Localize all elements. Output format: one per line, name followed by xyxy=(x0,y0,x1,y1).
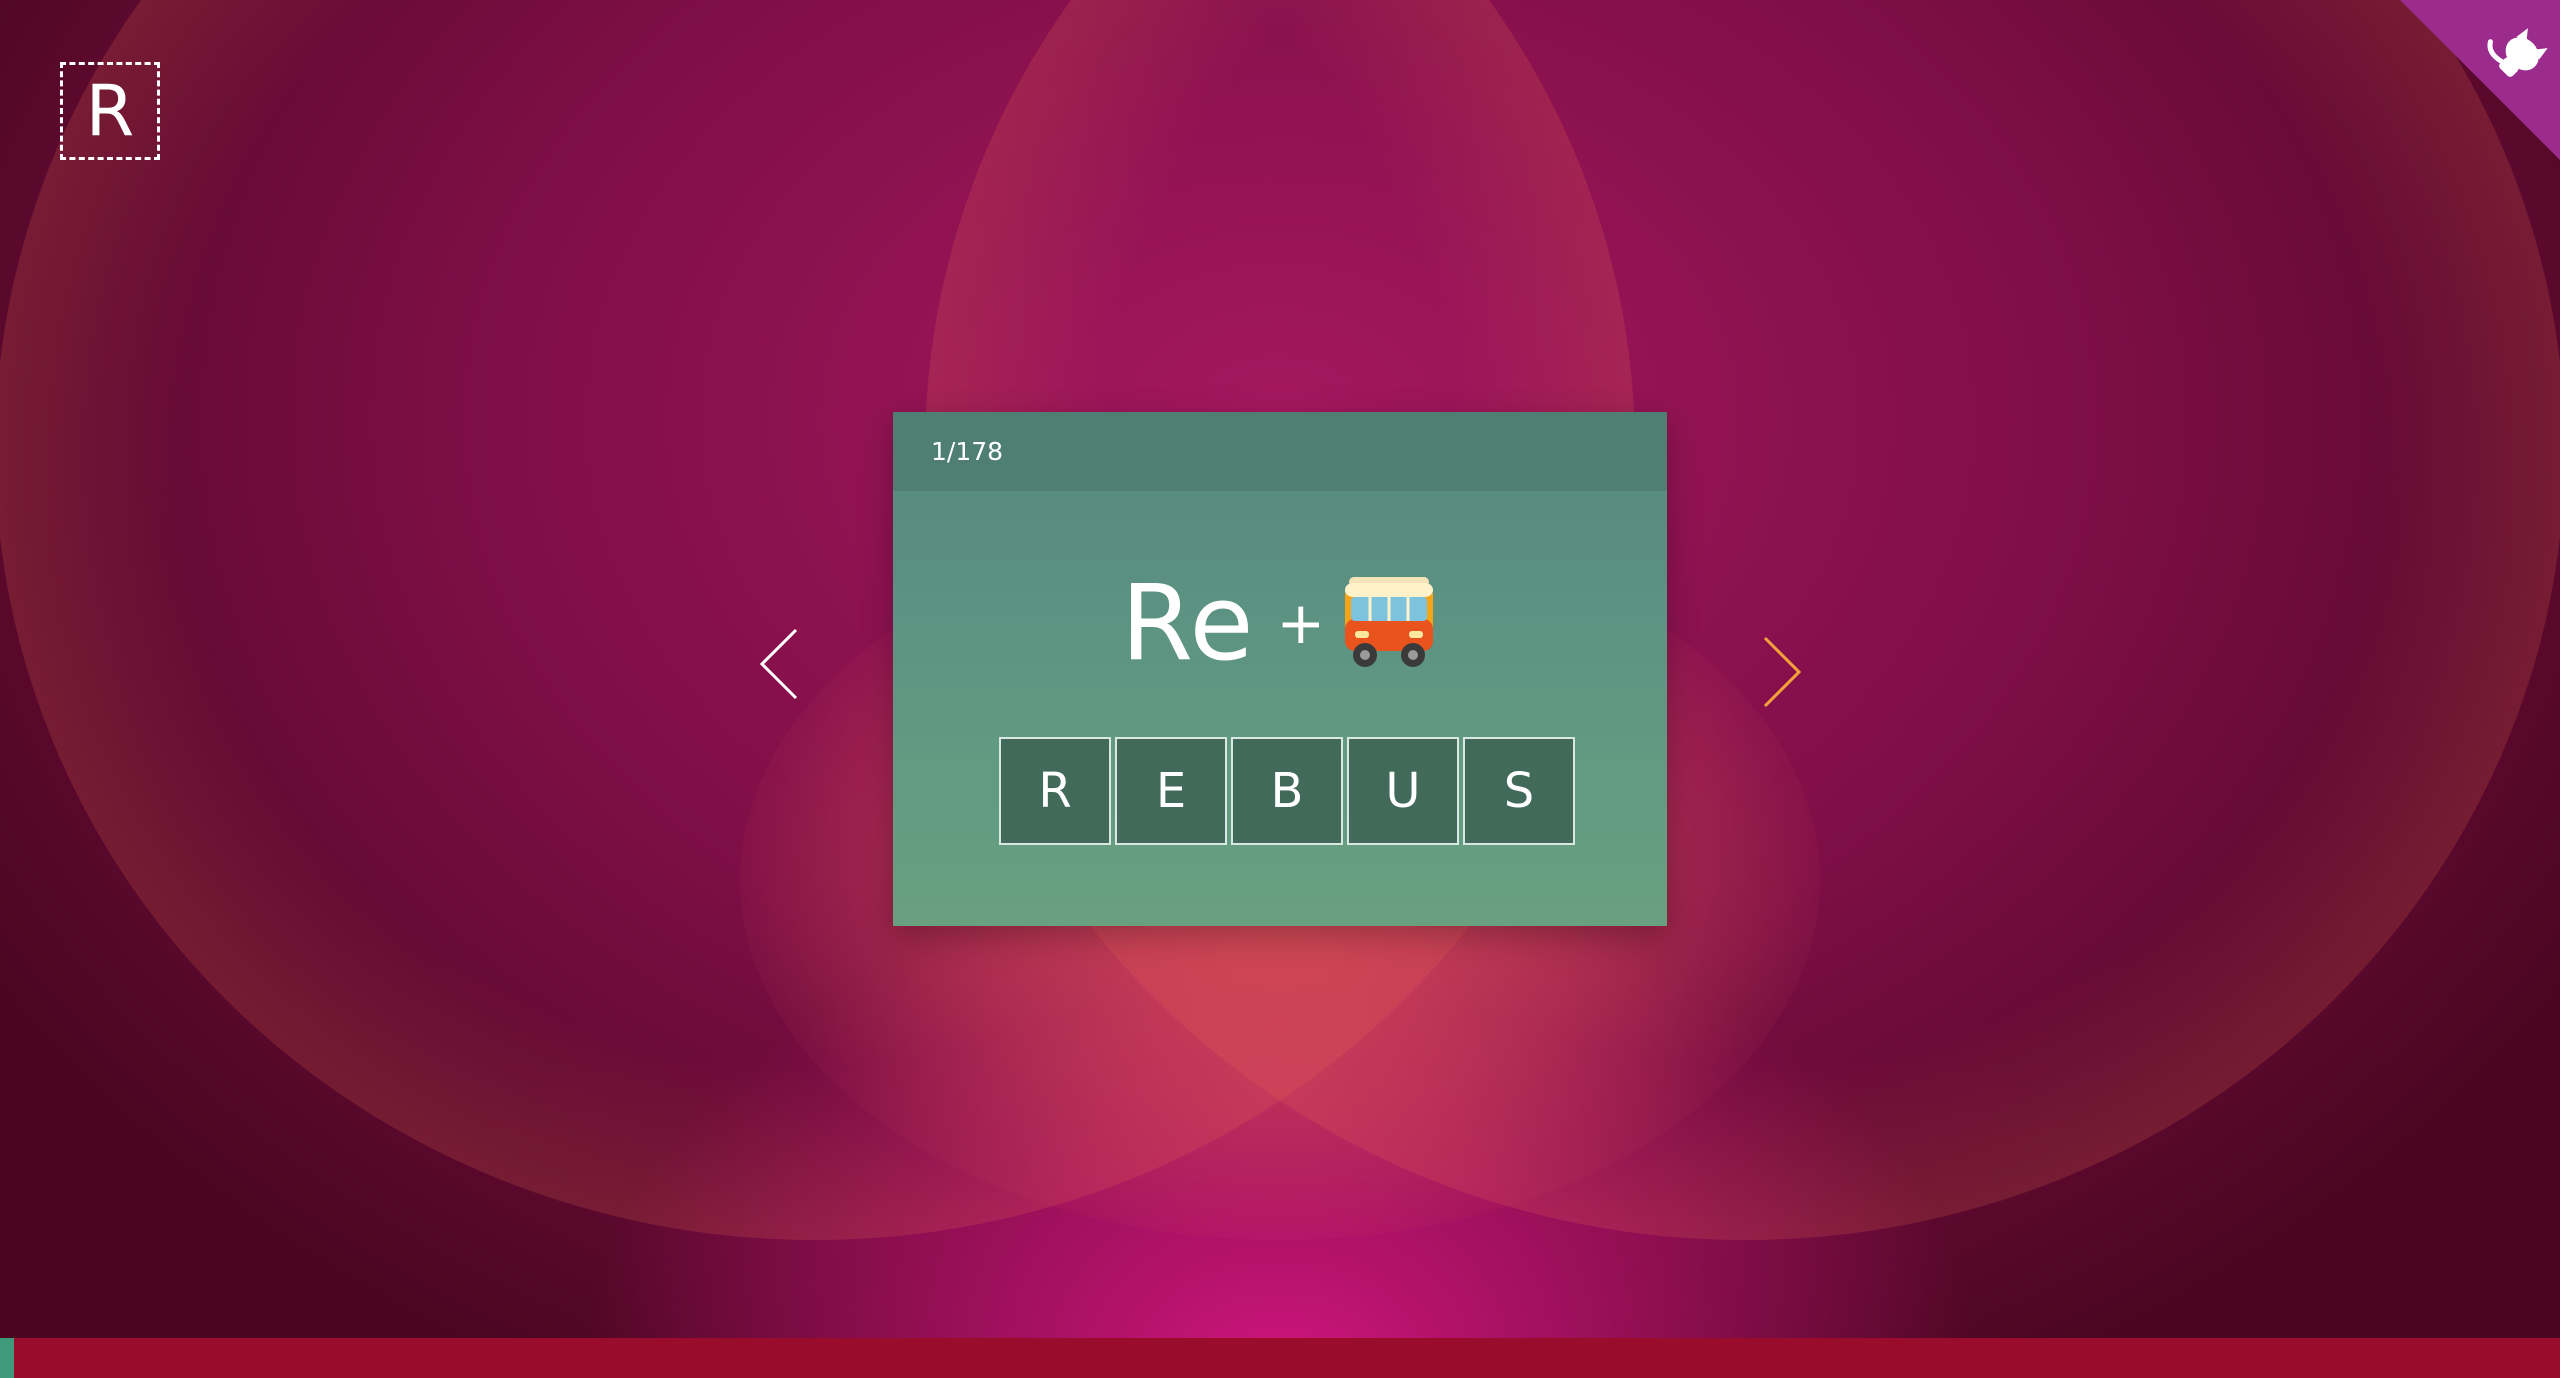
chevron-left-icon xyxy=(759,628,798,700)
answer-letter-box[interactable]: S xyxy=(1463,737,1575,845)
game-stage: R 1/178 Re + R E B U S xyxy=(0,0,2560,1378)
rebus-clue: Re + xyxy=(893,562,1667,684)
progress-bar xyxy=(0,1338,2560,1378)
next-button[interactable] xyxy=(1755,628,1815,718)
answer-boxes: R E B U S xyxy=(999,737,1575,845)
app-logo[interactable]: R xyxy=(60,62,160,160)
chevron-right-icon xyxy=(1763,636,1802,708)
puzzle-counter: 1/178 xyxy=(893,412,1667,491)
progress-bar-fill xyxy=(0,1338,15,1378)
github-octocat-icon xyxy=(2400,0,2560,160)
clue-word: Re xyxy=(1120,562,1255,684)
answer-letter-box[interactable]: B xyxy=(1231,737,1343,845)
previous-button[interactable] xyxy=(750,620,810,710)
rebus-card: 1/178 Re + R E B U S xyxy=(893,412,1667,926)
bus-icon xyxy=(1339,575,1439,671)
answer-letter-box[interactable]: E xyxy=(1115,737,1227,845)
github-corner-link[interactable] xyxy=(2400,0,2560,160)
answer-letter-box[interactable]: U xyxy=(1347,737,1459,845)
clue-operator: + xyxy=(1276,589,1326,657)
answer-letter-box[interactable]: R xyxy=(999,737,1111,845)
